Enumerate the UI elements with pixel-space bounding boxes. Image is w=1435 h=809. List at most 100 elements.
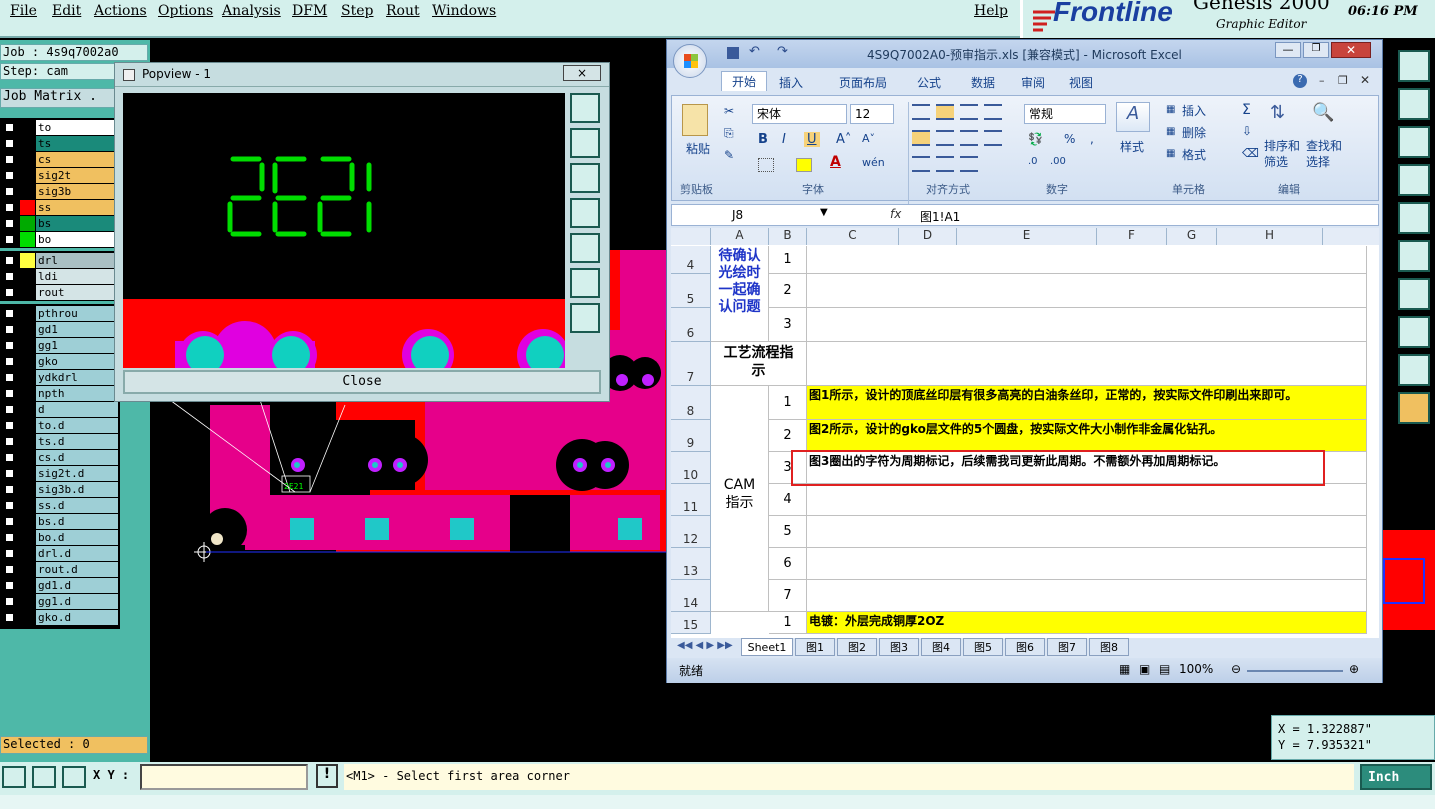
maximize-button[interactable]: ❐	[1303, 42, 1329, 58]
menu-step[interactable]: Step	[341, 3, 373, 19]
zoom-slider[interactable]	[1247, 670, 1343, 672]
format-cells-button[interactable]: 格式	[1182, 146, 1206, 163]
cell-instruction[interactable]	[807, 308, 1367, 342]
decrease-decimal-icon[interactable]: .00	[1050, 156, 1066, 167]
layer-color-swatch[interactable]	[20, 466, 35, 481]
italic-button[interactable]: I	[782, 132, 786, 147]
row-header[interactable]: 5	[671, 274, 711, 308]
row-header[interactable]: 12	[671, 516, 711, 548]
layer-row[interactable]: sig3b	[2, 184, 118, 199]
menu-windows[interactable]: Windows	[432, 3, 496, 19]
ribbon-tab[interactable]: 视图	[1069, 74, 1093, 91]
layer-color-swatch[interactable]	[20, 546, 35, 561]
cell-b[interactable]: 1	[769, 386, 807, 420]
zoom-in-icon[interactable]	[570, 268, 600, 298]
cell-b[interactable]: 2	[769, 274, 807, 308]
row-header[interactable]: 8	[671, 386, 711, 420]
layer-row[interactable]: ss	[2, 200, 118, 215]
popview-close-x-button[interactable]: ×	[563, 65, 601, 81]
layer-color-swatch[interactable]	[20, 322, 35, 337]
font-size-select[interactable]: 12	[850, 104, 894, 124]
layer-row[interactable]: d	[2, 402, 118, 417]
layer-color-swatch[interactable]	[20, 578, 35, 593]
ribbon-tab[interactable]: 审阅	[1021, 74, 1045, 91]
align-top-icon[interactable]	[912, 104, 930, 120]
delete-cells-button[interactable]: 删除	[1182, 124, 1206, 141]
clear-icon[interactable]: ⌫	[1242, 146, 1259, 160]
layer-color-swatch[interactable]	[20, 434, 35, 449]
fx-button[interactable]: fx	[890, 207, 901, 221]
sheet-tab[interactable]: 图6	[1005, 638, 1045, 656]
borders-icon[interactable]	[758, 158, 774, 172]
cell-b[interactable]: 7	[769, 580, 807, 612]
layer-color-swatch[interactable]	[20, 136, 35, 151]
find-select-icon[interactable]: 🔍	[1312, 102, 1334, 123]
zoom-tool-icon[interactable]	[2, 766, 26, 788]
layer-row[interactable]: gko	[2, 354, 118, 369]
column-header[interactable]: A	[711, 228, 769, 245]
layer-checkbox[interactable]	[5, 309, 14, 318]
layer-color-swatch[interactable]	[20, 200, 35, 215]
align-middle-icon[interactable]	[936, 104, 954, 120]
font-name-select[interactable]: 宋体	[752, 104, 847, 124]
layer-color-swatch[interactable]	[20, 594, 35, 609]
bold-button[interactable]: B	[758, 132, 768, 147]
cell-b[interactable]: 4	[769, 484, 807, 516]
layer-color-swatch[interactable]	[20, 269, 35, 284]
cell-instruction[interactable]	[807, 516, 1367, 548]
ribbon-minimize-icon[interactable]: –	[1319, 74, 1325, 87]
sort-filter-button[interactable]: 排序和 筛选	[1264, 138, 1300, 170]
layer-color-swatch[interactable]	[20, 338, 35, 353]
layer-color-swatch[interactable]	[20, 306, 35, 321]
layer-row[interactable]: ss.d	[2, 498, 118, 513]
layer-row[interactable]: bo	[2, 232, 118, 247]
delete-cells-icon[interactable]: ▦	[1166, 126, 1175, 137]
window-tile-icon[interactable]	[1398, 50, 1430, 82]
sheet-nav-icon[interactable]: ◀◀ ◀ ▶ ▶▶	[677, 640, 733, 651]
overlay-icon[interactable]	[1398, 316, 1430, 348]
cell-b[interactable]: 6	[769, 548, 807, 580]
zoom-out-icon[interactable]	[570, 303, 600, 333]
snap-icon[interactable]	[1398, 88, 1430, 120]
cell-instruction[interactable]: 图1所示，设计的顶底丝印层有很多高亮的白油条丝印，正常的，按实际文件印刷出来即可…	[807, 386, 1367, 420]
number-format-select[interactable]: 常规	[1024, 104, 1106, 124]
minimize-button[interactable]: —	[1275, 42, 1301, 58]
merge-cells-icon[interactable]	[984, 130, 1002, 146]
cell-instruction[interactable]	[807, 274, 1367, 308]
grow-font-button[interactable]: A˄	[836, 132, 851, 147]
cell-b[interactable]: 1	[769, 246, 807, 274]
layer-checkbox[interactable]	[5, 389, 14, 398]
view-pagebreak-icon[interactable]: ▤	[1159, 662, 1170, 676]
layer-checkbox[interactable]	[5, 341, 14, 350]
cell-b[interactable]: 3	[769, 308, 807, 342]
shrink-font-button[interactable]: A˅	[862, 132, 875, 145]
layer-checkbox[interactable]	[5, 235, 14, 244]
cell-b[interactable]: 5	[769, 516, 807, 548]
layer-checkbox[interactable]	[5, 171, 14, 180]
row-header[interactable]: 4	[671, 246, 711, 274]
phonetic-icon[interactable]: wén	[862, 156, 885, 169]
layer-row[interactable]: bo.d	[2, 530, 118, 545]
align-left-icon[interactable]	[912, 130, 930, 146]
align-center-icon[interactable]	[936, 130, 954, 146]
zoom-level[interactable]: 100%	[1179, 662, 1213, 676]
layer-row[interactable]: sig2t	[2, 168, 118, 183]
column-header[interactable]: D	[899, 228, 957, 245]
currency-icon[interactable]: 💱	[1028, 132, 1043, 146]
layer-checkbox[interactable]	[5, 453, 14, 462]
format-cells-icon[interactable]: ▦	[1166, 148, 1175, 159]
layer-color-swatch[interactable]	[20, 168, 35, 183]
save-icon[interactable]	[727, 47, 739, 59]
layer-checkbox[interactable]	[5, 533, 14, 542]
row-header[interactable]: 10	[671, 452, 711, 484]
help-icon[interactable]: ?	[1293, 74, 1307, 88]
sort-filter-icon[interactable]: ⇅	[1270, 102, 1285, 123]
cell-instruction[interactable]	[807, 342, 1367, 386]
office-button[interactable]	[673, 44, 707, 78]
ribbon-tab[interactable]: 数据	[971, 74, 995, 91]
layer-checkbox[interactable]	[5, 405, 14, 414]
popview-close-button[interactable]: Close	[123, 370, 601, 394]
undo-icon[interactable]: ↶	[749, 44, 760, 59]
merged-cell-cam[interactable]: CAM指示	[711, 386, 769, 612]
layer-checkbox[interactable]	[5, 581, 14, 590]
